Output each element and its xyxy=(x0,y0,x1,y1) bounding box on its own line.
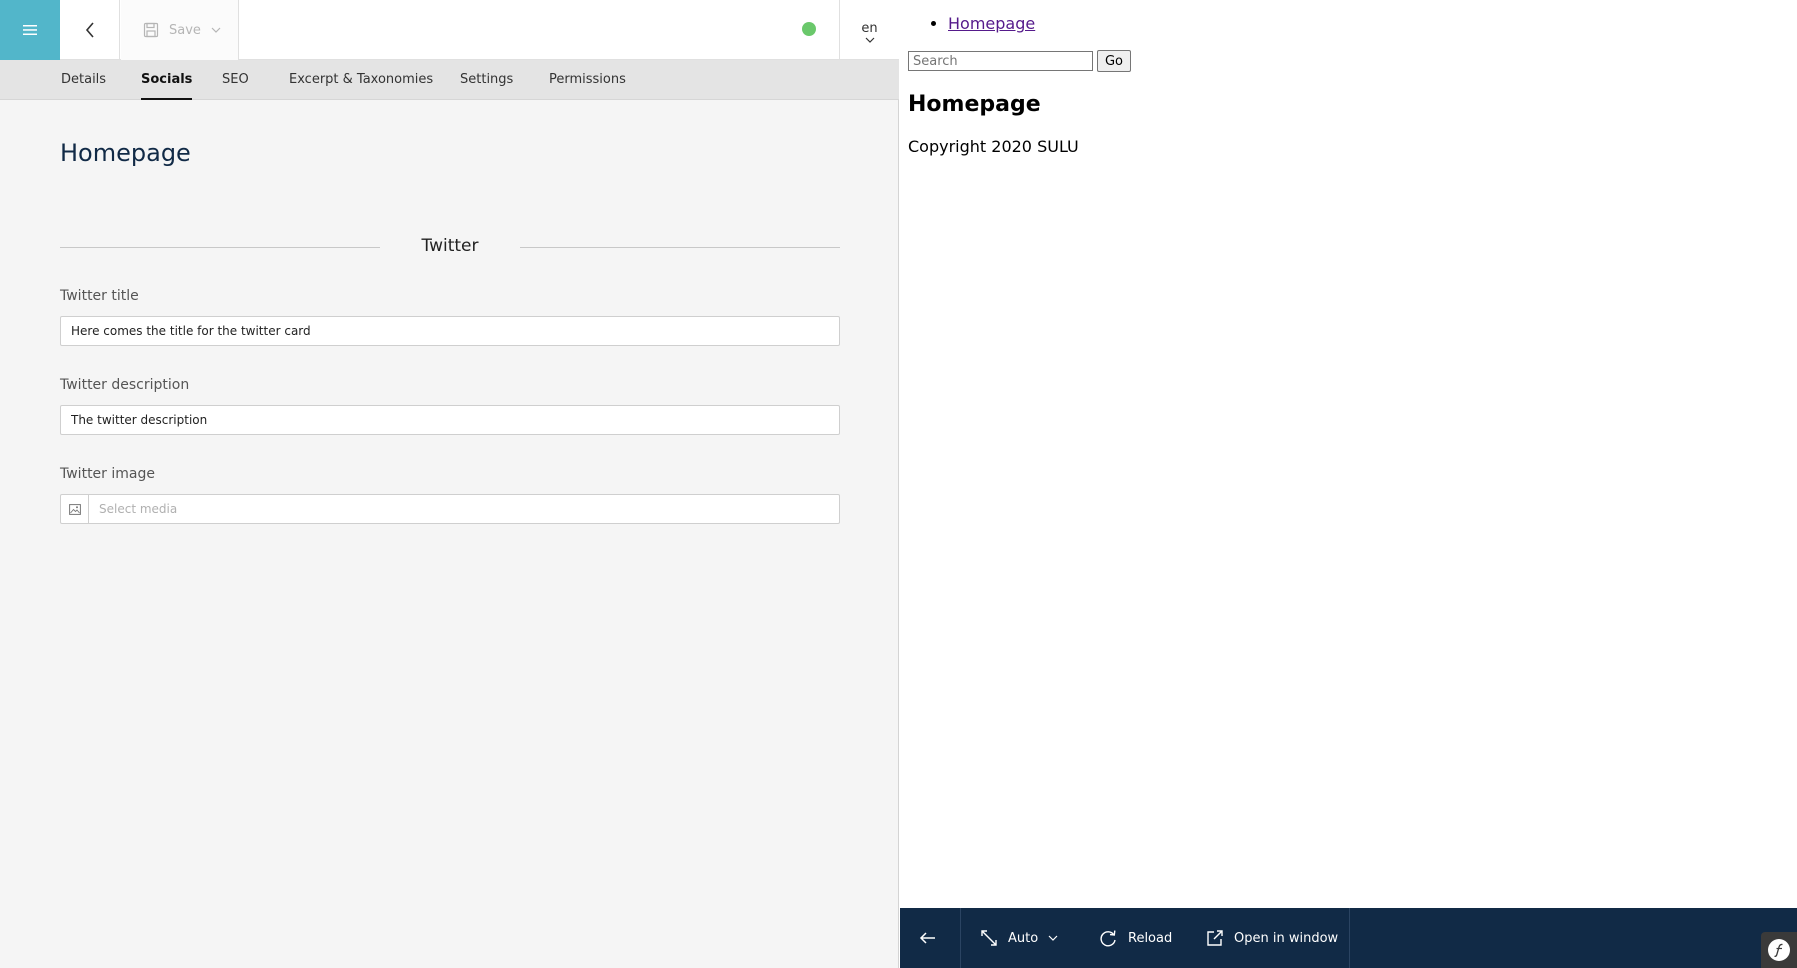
list-item: Homepage xyxy=(948,14,1035,33)
symfony-toolbar-toggle[interactable] xyxy=(1761,932,1797,968)
reload-icon xyxy=(1100,930,1116,947)
twitter-description-label: Twitter description xyxy=(60,377,190,393)
media-placeholder: Select media xyxy=(99,502,178,516)
tab-seo[interactable]: SEO xyxy=(222,60,249,100)
external-link-icon xyxy=(1207,930,1223,946)
media-icon-box xyxy=(61,495,89,523)
preview-nav-link-homepage[interactable]: Homepage xyxy=(948,14,1035,33)
publish-status-indicator xyxy=(802,22,816,36)
toolbar-divider xyxy=(1349,908,1350,968)
chevron-down-icon xyxy=(211,27,221,33)
preview-collapse-button[interactable] xyxy=(919,908,937,968)
image-icon xyxy=(68,503,81,515)
twitter-title-label: Twitter title xyxy=(60,288,139,304)
preview-reload-button[interactable]: Reload xyxy=(1098,908,1172,968)
section-title: Twitter xyxy=(421,236,479,256)
preview-go-button[interactable]: Go xyxy=(1097,50,1131,72)
back-button[interactable] xyxy=(60,0,120,60)
preview-toolbar: Auto Reload Open in window xyxy=(900,908,1797,968)
open-in-window-label: Open in window xyxy=(1234,930,1339,946)
twitter-image-label: Twitter image xyxy=(60,466,155,482)
device-label: Auto xyxy=(1008,930,1039,946)
twitter-description-input[interactable] xyxy=(60,405,840,435)
tab-details[interactable]: Details xyxy=(61,60,106,100)
navigation-menu-button[interactable] xyxy=(0,0,60,60)
symfony-logo-icon xyxy=(1768,939,1790,961)
tab-permissions[interactable]: Permissions xyxy=(549,60,626,100)
save-button-label: Save xyxy=(169,22,201,38)
preview-navigation: Homepage xyxy=(948,14,1035,33)
floppy-disk-icon xyxy=(143,22,159,38)
save-button[interactable]: Save xyxy=(121,0,239,60)
editor-toolbar: Save en xyxy=(0,0,899,60)
hamburger-icon xyxy=(23,25,37,35)
resize-icon xyxy=(981,930,997,946)
locale-switcher[interactable]: en xyxy=(839,0,899,60)
divider-line xyxy=(520,247,840,248)
tab-settings[interactable]: Settings xyxy=(460,60,513,100)
tab-socials[interactable]: Socials xyxy=(141,60,193,100)
locale-label: en xyxy=(861,20,878,36)
preview-copyright: Copyright 2020 SULU xyxy=(908,137,1079,156)
chevron-down-icon xyxy=(1048,935,1058,941)
reload-label: Reload xyxy=(1128,930,1173,946)
tab-excerpt-taxonomies[interactable]: Excerpt & Taxonomies xyxy=(289,60,433,100)
preview-open-in-window-button[interactable]: Open in window xyxy=(1206,908,1338,968)
twitter-image-media-selection[interactable]: Select media xyxy=(60,494,840,524)
preview-device-select[interactable]: Auto xyxy=(980,908,1058,968)
section-header-twitter: Twitter xyxy=(60,236,840,258)
form-tabs: Details Socials SEO Excerpt & Taxonomies… xyxy=(0,60,899,100)
preview-heading: Homepage xyxy=(908,92,1041,117)
arrow-left-icon xyxy=(919,932,935,944)
chevron-down-icon xyxy=(865,37,874,43)
page-title: Homepage xyxy=(60,139,191,167)
preview-search-input[interactable] xyxy=(908,51,1093,71)
twitter-title-input[interactable] xyxy=(60,316,840,346)
chevron-left-icon xyxy=(85,22,94,38)
toolbar-divider xyxy=(960,908,961,968)
editor-panel: Save en Details Socials SEO Excerpt & Ta… xyxy=(0,0,899,968)
